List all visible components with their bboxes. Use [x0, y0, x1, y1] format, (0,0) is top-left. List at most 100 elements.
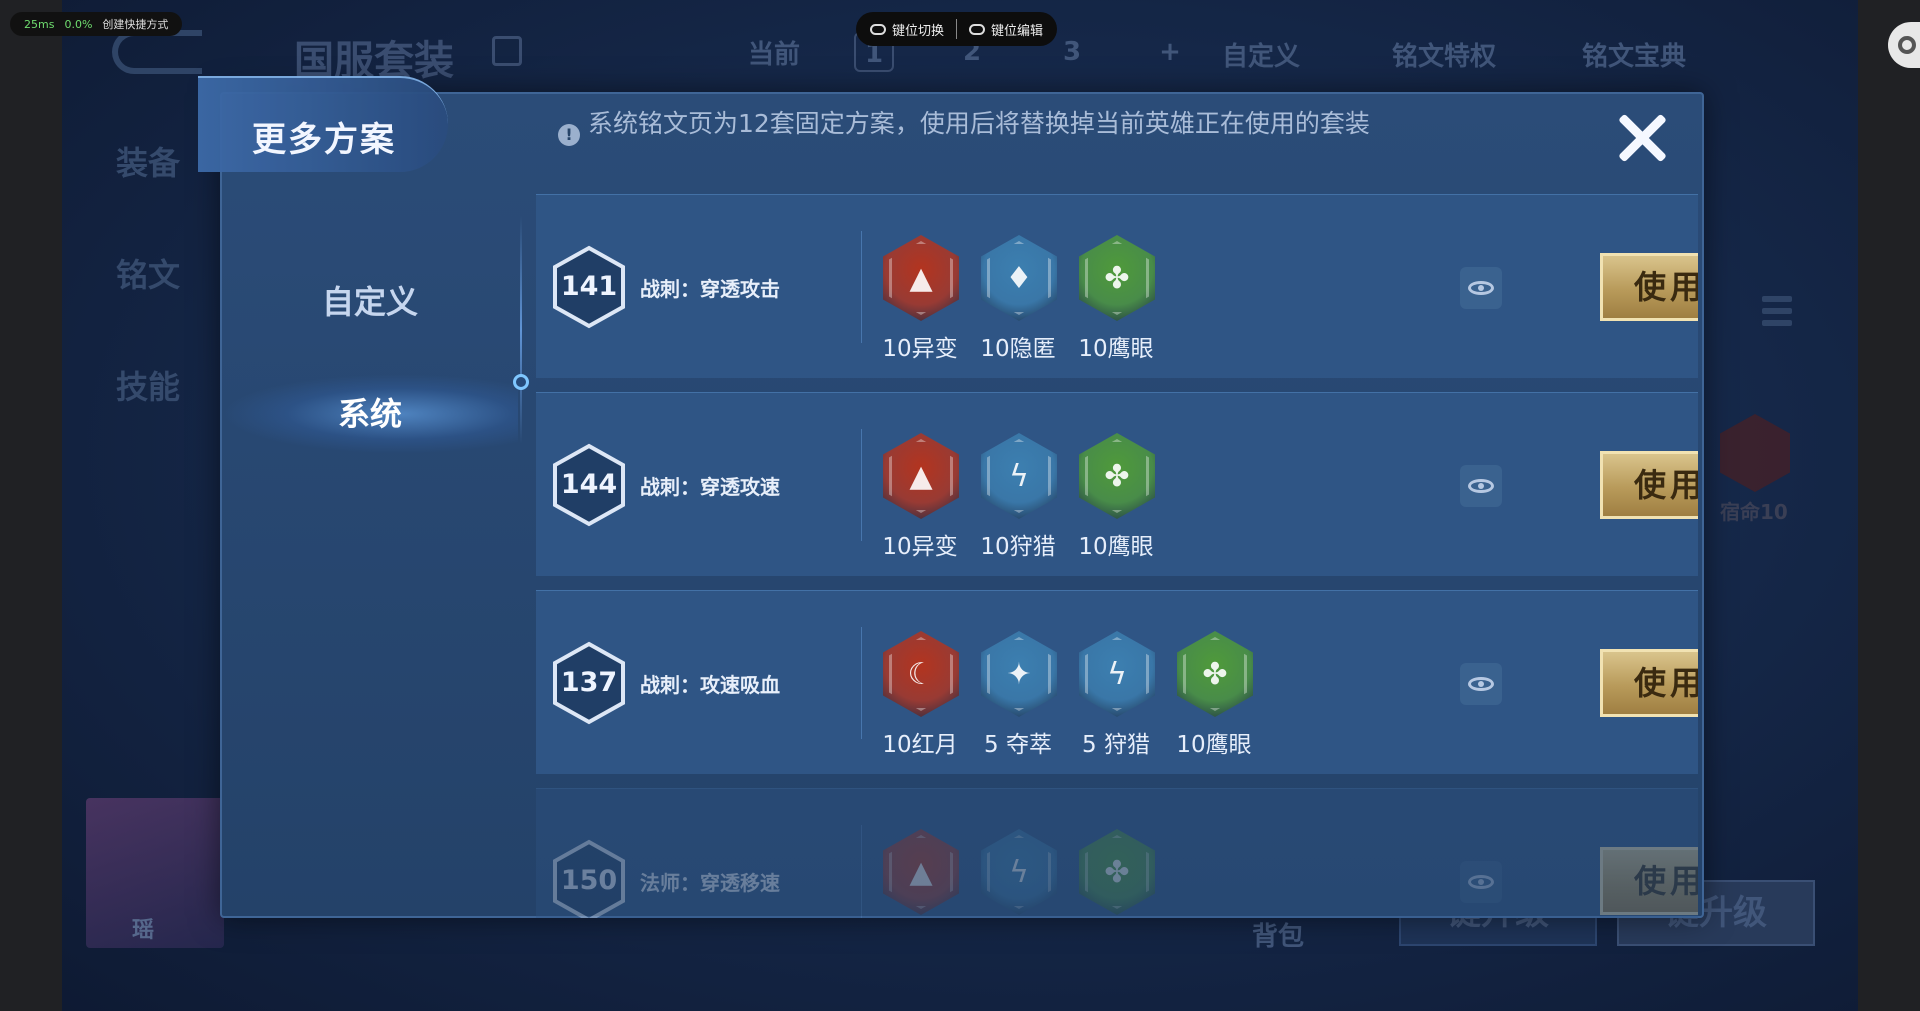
plan-row: 137 战刺：攻速吸血 ☾ 10红月 ✦ 5 夺萃 ϟ 5 狩猎 ✤ 10鹰眼 使用 [536, 590, 1698, 774]
rune-green-icon: ✤ [1079, 829, 1155, 915]
level-value: 141 [560, 271, 618, 302]
rune-item[interactable]: ✤ 10鹰眼 [1165, 631, 1263, 761]
create-shortcut-button[interactable]: 创建快捷方式 [102, 16, 168, 32]
game-viewport: 国服套装 当前 1 2 3 + 自定义 铭文特权 铭文宝典 装备 铭文 技能 宿… [62, 0, 1858, 1011]
level-value: 137 [560, 667, 618, 698]
plan-row: 144 战刺：穿透攻速 ▲ 10异变 ϟ 10狩猎 ✤ 10鹰眼 使用 [536, 392, 1698, 576]
bg-page-tab[interactable]: 3 [1052, 32, 1092, 72]
toolbar-divider [956, 19, 958, 39]
rune-red-icon: ▲ [883, 433, 959, 519]
rune-blue-icon: ϟ [1079, 631, 1155, 717]
plan-row: 141 战刺：穿透攻击 ▲ 10异变 ♦ 10隐匿 ✤ 10鹰眼 使用 [536, 194, 1698, 378]
rune-green-icon: ✤ [1079, 433, 1155, 519]
sidebar-item-custom[interactable]: 自定义 [222, 262, 518, 342]
rune-item[interactable]: ✤ 10鹰眼 [1067, 433, 1165, 563]
row-divider [861, 627, 862, 739]
dialog-info-text: 系统铭文页为12套固定方案，使用后将替换掉当前英雄正在使用的套装 [588, 109, 1370, 138]
grid-icon[interactable] [492, 36, 522, 66]
rune-badge-icon [1720, 414, 1790, 492]
rune-item[interactable]: ✤ 10鹰眼 [1067, 235, 1165, 365]
bg-bag-label[interactable]: 背包 [1252, 916, 1304, 953]
rune-item[interactable]: ϟ [969, 829, 1067, 918]
rune-item[interactable]: ✤ [1067, 829, 1165, 918]
use-plan-button[interactable]: 使用 [1600, 847, 1698, 915]
level-badge: 144 [552, 443, 626, 527]
bg-custom-tab[interactable]: 自定义 [1222, 36, 1300, 73]
close-button[interactable] [1610, 106, 1674, 170]
use-plan-button[interactable]: 使用 [1600, 451, 1698, 519]
use-plan-button[interactable]: 使用 [1600, 253, 1698, 321]
sidebar-active-indicator [513, 374, 529, 390]
bg-perk-button[interactable]: 铭文特权 [1392, 36, 1496, 73]
dialog-title: 更多方案 [252, 120, 396, 160]
preview-eye-icon[interactable] [1460, 663, 1502, 705]
rune-item[interactable]: ▲ 10异变 [871, 235, 969, 365]
gamepad-icon [870, 23, 886, 35]
keymap-switch-button[interactable]: 键位切换 [870, 20, 944, 39]
more-plans-dialog: 更多方案 ! 系统铭文页为12套固定方案，使用后将替换掉当前英雄正在使用的套装 … [198, 76, 1704, 918]
rune-red-icon: ▲ [883, 235, 959, 321]
ping-readout: 25ms [24, 17, 55, 31]
rune-item[interactable]: ▲ [871, 829, 969, 918]
hero-portrait[interactable] [86, 798, 224, 948]
plan-list[interactable]: 141 战刺：穿透攻击 ▲ 10异变 ♦ 10隐匿 ✤ 10鹰眼 使用 144 战刺：穿透攻速 ▲ 10… [536, 194, 1698, 918]
back-icon[interactable] [112, 30, 202, 74]
keymap-toolbar: 键位切换 键位编辑 [856, 12, 1058, 46]
rune-red-icon: ▲ [883, 829, 959, 915]
rune-caption: 10鹰眼 [1176, 732, 1252, 758]
settings-icon [1898, 36, 1916, 54]
keymap-edit-button[interactable]: 键位编辑 [969, 20, 1043, 39]
emulator-status-bar: 25ms 0.0% 创建快捷方式 [10, 12, 183, 36]
rune-blue-icon: ϟ [981, 829, 1057, 915]
rune-item[interactable]: ♦ 10隐匿 [969, 235, 1067, 365]
level-value: 144 [560, 469, 618, 500]
preview-eye-icon[interactable] [1460, 861, 1502, 903]
level-badge: 137 [552, 641, 626, 725]
rune-blue-icon: ✦ [981, 631, 1057, 717]
row-divider [861, 429, 862, 541]
bg-codex-button[interactable]: 铭文宝典 [1582, 36, 1686, 73]
bg-badge-label: 宿命10 [1720, 500, 1788, 524]
row-divider [861, 825, 862, 918]
plan-category-sidebar: 自定义 系统 [222, 194, 522, 914]
sidebar-item-system[interactable]: 系统 [222, 374, 518, 454]
rune-blue-icon: ϟ [981, 433, 1057, 519]
plan-name: 战刺：穿透攻速 [640, 475, 780, 499]
plan-row: 150 法师：穿透移速 ▲ ϟ ✤ 使用 [536, 788, 1698, 918]
packet-loss-readout: 0.0% [64, 17, 93, 31]
preview-eye-icon[interactable] [1460, 267, 1502, 309]
sidebar-divider [520, 216, 522, 444]
rune-item[interactable]: ✦ 5 夺萃 [969, 631, 1067, 761]
bg-side-tab[interactable]: 技能 [116, 362, 180, 408]
plan-name: 战刺：攻速吸血 [640, 673, 780, 697]
level-value: 150 [560, 865, 618, 896]
gamepad-icon [969, 23, 986, 35]
rune-item[interactable]: ϟ5 狩猎 [1067, 631, 1165, 761]
rune-green-icon: ✤ [1079, 235, 1155, 321]
row-divider [861, 231, 862, 343]
preview-eye-icon[interactable] [1460, 465, 1502, 507]
rune-item[interactable]: ϟ 10狩猎 [969, 433, 1067, 563]
bg-add-page-button[interactable]: + [1150, 32, 1190, 72]
rune-item[interactable]: ▲ 10异变 [871, 433, 969, 563]
plan-name: 战刺：穿透攻击 [640, 277, 780, 301]
keymap-switch-label: 键位切换 [892, 23, 945, 39]
keymap-edit-label: 键位编辑 [991, 23, 1044, 39]
rune-blue-icon: ♦ [981, 235, 1057, 321]
rune-green-icon: ✤ [1177, 631, 1253, 717]
list-menu-icon[interactable] [1762, 296, 1792, 332]
rune-item[interactable]: ☾ 10红月 [871, 631, 969, 761]
emulator-window: 25ms 0.0% 创建快捷方式 键位切换 键位编辑 国服套装 当前 1 2 3… [0, 0, 1920, 1011]
emulator-side-toggle[interactable] [1888, 22, 1920, 68]
use-plan-button[interactable]: 使用 [1600, 649, 1698, 717]
bg-side-tab[interactable]: 铭文 [116, 250, 180, 296]
hero-name: 瑶 [132, 918, 155, 943]
rune-red-icon: ☾ [883, 631, 959, 717]
info-icon: ! [558, 124, 580, 146]
level-badge: 150 [552, 839, 626, 918]
bg-side-tab[interactable]: 装备 [116, 138, 180, 184]
level-badge: 141 [552, 245, 626, 329]
rune-caption: 10鹰眼 [1078, 336, 1154, 362]
plan-name: 法师：穿透移速 [640, 871, 780, 895]
rune-caption: 10鹰眼 [1078, 534, 1154, 560]
